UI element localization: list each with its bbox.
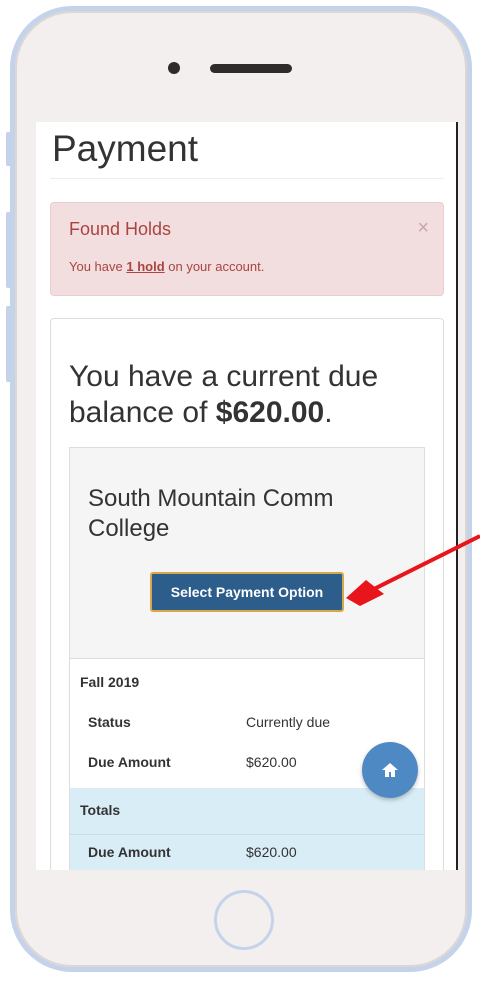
- red-arrow-annotation: [346, 534, 480, 606]
